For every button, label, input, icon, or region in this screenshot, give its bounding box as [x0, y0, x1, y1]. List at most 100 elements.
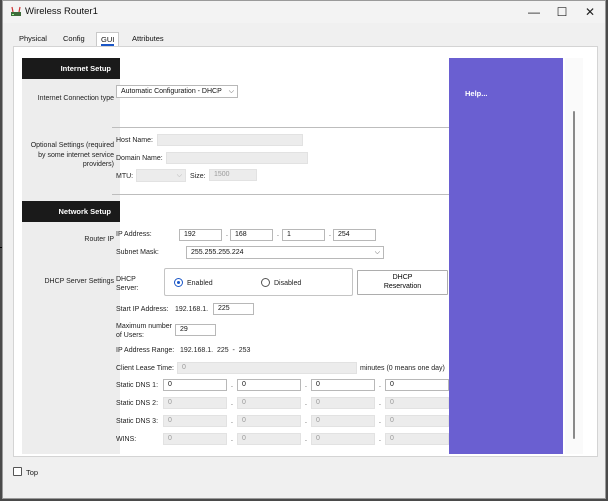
dns1-label: Static DNS 1: — [116, 382, 159, 389]
mtu-select[interactable]: ⌵ — [136, 169, 186, 182]
dhcp-reservation-label: DHCP Reservation — [383, 274, 422, 290]
dhcp-server-label: DHCP Server: — [116, 275, 146, 293]
top-checkbox[interactable] — [13, 467, 22, 476]
connection-type-side-label: Internet Connection type — [37, 95, 114, 102]
ip-dot: . — [329, 231, 331, 238]
dns1-octet-4[interactable]: 0 — [385, 379, 449, 391]
maximize-button[interactable]: ☐ — [547, 2, 577, 22]
minimize-button[interactable]: — — [519, 2, 549, 22]
wins-octet-4[interactable]: 0 — [385, 433, 449, 445]
dns2-octet-4[interactable]: 0 — [385, 397, 449, 409]
ip-address-label: IP Address: — [116, 231, 152, 238]
start-ip-input[interactable]: 225 — [213, 303, 254, 315]
wins-octet-2[interactable]: 0 — [237, 433, 301, 445]
connection-type-select[interactable]: Automatic Configuration - DHCP ⌵ — [116, 85, 238, 98]
subnet-mask-value: 255.255.255.224 — [191, 249, 244, 256]
lease-time-input[interactable]: 0 — [177, 362, 357, 374]
router-app-icon — [11, 6, 21, 16]
ip-octet-1[interactable]: 192 — [179, 229, 222, 241]
ip-dot: . — [231, 418, 233, 425]
chevron-down-icon: ⌵ — [228, 88, 234, 95]
ip-range-value: 192.168.1. 225 - 253 — [180, 347, 251, 354]
dns2-octet-3[interactable]: 0 — [311, 397, 375, 409]
optional-settings-side-label: Optional Settings (required by some inte… — [30, 142, 114, 168]
internet-setup-header: Internet Setup — [22, 58, 120, 79]
ip-dot: . — [231, 382, 233, 389]
lease-time-label: Client Lease Time: — [116, 365, 174, 372]
tab-gui-label: GUI — [101, 35, 115, 46]
dhcp-settings-side-label: DHCP Server Settings — [44, 278, 114, 285]
ip-octet-3[interactable]: 1 — [282, 229, 325, 241]
ip-dot: . — [231, 436, 233, 443]
dns1-octet-1[interactable]: 0 — [163, 379, 227, 391]
dhcp-enabled-radio[interactable] — [174, 278, 183, 287]
dhcp-disabled-label: Disabled — [274, 280, 302, 287]
subnet-mask-select[interactable]: 255.255.255.224 ⌵ — [186, 246, 384, 259]
help-link[interactable]: Help... — [465, 89, 488, 98]
router-ip-side-label: Router IP — [84, 236, 114, 243]
dns1-octet-2[interactable]: 0 — [237, 379, 301, 391]
ip-range-label: IP Address Range: — [116, 347, 175, 354]
router-window: Wireless Router1 — ☐ ✕ Physical Config G… — [2, 0, 606, 499]
dns2-octet-1[interactable]: 0 — [163, 397, 227, 409]
domain-name-label: Domain Name: — [116, 155, 163, 162]
dhcp-reservation-button[interactable]: DHCP Reservation — [357, 270, 448, 295]
connection-type-value: Automatic Configuration - DHCP — [121, 88, 222, 95]
size-label: Size: — [190, 173, 206, 180]
wins-octet-3[interactable]: 0 — [311, 433, 375, 445]
tab-config[interactable]: Config — [59, 32, 89, 46]
dns2-label: Static DNS 2: — [116, 400, 159, 407]
dhcp-enabled-label: Enabled — [187, 280, 213, 287]
host-name-input[interactable] — [157, 134, 303, 146]
dns2-octet-2[interactable]: 0 — [237, 397, 301, 409]
settings-sidebar — [22, 58, 120, 454]
window-title: Wireless Router1 — [25, 6, 98, 17]
ip-dot: . — [305, 436, 307, 443]
chevron-down-icon: ⌵ — [176, 172, 182, 179]
ip-dot: . — [379, 418, 381, 425]
section-divider — [112, 194, 449, 195]
network-setup-header: Network Setup — [22, 201, 120, 222]
lease-time-suffix: minutes (0 means one day) — [360, 365, 445, 372]
ip-dot: . — [226, 231, 228, 238]
tab-physical[interactable]: Physical — [15, 32, 51, 46]
scrollbar-thumb[interactable] — [573, 111, 575, 439]
max-users-label: Maximum number of Users: — [116, 323, 173, 339]
wins-octet-1[interactable]: 0 — [163, 433, 227, 445]
chevron-down-icon: ⌵ — [374, 249, 380, 256]
subnet-mask-label: Subnet Mask: — [116, 249, 159, 256]
ip-octet-2[interactable]: 168 — [230, 229, 273, 241]
dns3-label: Static DNS 3: — [116, 418, 159, 425]
dns3-octet-2[interactable]: 0 — [237, 415, 301, 427]
vertical-scrollbar[interactable] — [565, 58, 583, 454]
tab-gui[interactable]: GUI — [96, 32, 120, 47]
ip-dot: . — [305, 418, 307, 425]
close-button[interactable]: ✕ — [575, 2, 605, 22]
dns3-octet-3[interactable]: 0 — [311, 415, 375, 427]
host-name-label: Host Name: — [116, 137, 153, 144]
ip-dot: . — [379, 382, 381, 389]
mtu-label: MTU: — [116, 173, 134, 180]
ip-dot: . — [305, 400, 307, 407]
wins-label: WINS: — [116, 436, 137, 443]
help-panel: Help... — [449, 58, 563, 454]
ip-dot: . — [231, 400, 233, 407]
gui-panel: Internet Setup Internet Connection type … — [13, 46, 598, 457]
dhcp-disabled-radio[interactable] — [261, 278, 270, 287]
dns1-octet-3[interactable]: 0 — [311, 379, 375, 391]
top-checkbox-label: Top — [26, 468, 39, 477]
dns3-octet-1[interactable]: 0 — [163, 415, 227, 427]
ip-dot: . — [305, 382, 307, 389]
start-ip-prefix: 192.168.1. — [175, 306, 209, 313]
domain-name-input[interactable] — [166, 152, 308, 164]
section-divider — [112, 127, 449, 128]
ip-octet-4[interactable]: 254 — [333, 229, 376, 241]
dns3-octet-4[interactable]: 0 — [385, 415, 449, 427]
mtu-size-input[interactable]: 1500 — [209, 169, 257, 181]
tab-attributes[interactable]: Attributes — [128, 32, 168, 46]
ip-dot: . — [277, 231, 279, 238]
max-users-input[interactable]: 29 — [175, 324, 216, 336]
start-ip-label: Start IP Address: — [116, 306, 169, 313]
dhcp-server-label-text: DHCP Server: — [116, 276, 139, 292]
ip-dot: . — [379, 436, 381, 443]
